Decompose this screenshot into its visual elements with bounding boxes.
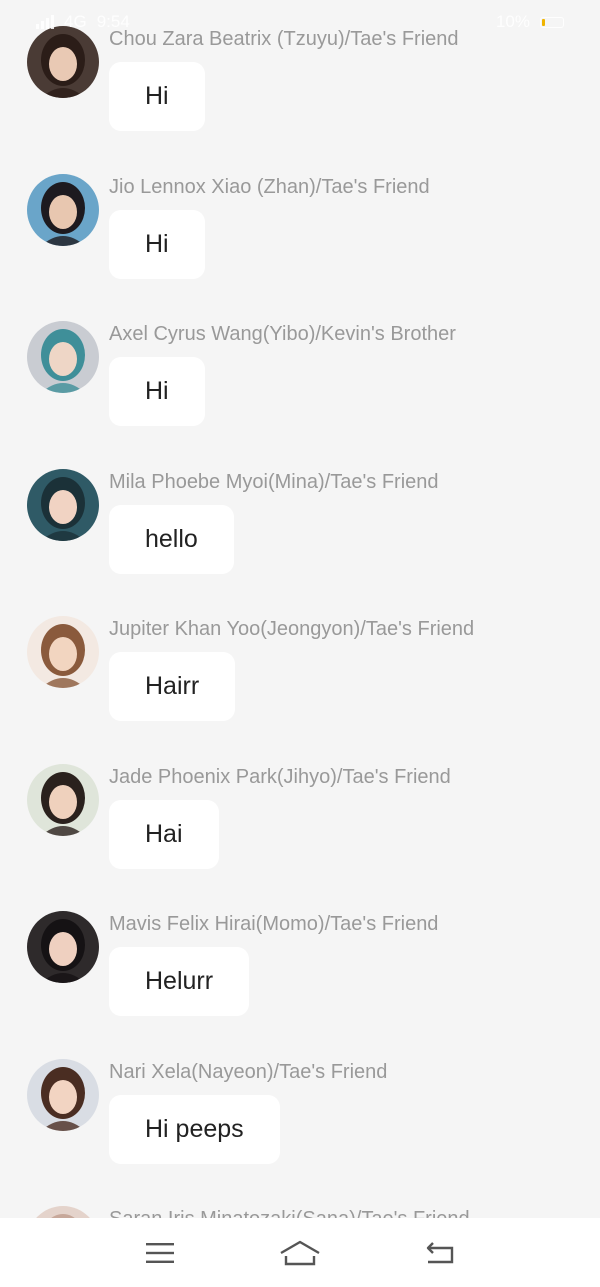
message-row[interactable]: Saran Iris Minatozaki(Sana)/Tae's Friend bbox=[0, 1180, 600, 1218]
message-row[interactable]: Nari Xela(Nayeon)/Tae's Friend Hi peeps bbox=[0, 1033, 600, 1181]
avatar[interactable] bbox=[27, 616, 99, 688]
message-row[interactable]: Axel Cyrus Wang(Yibo)/Kevin's Brother Hi bbox=[0, 295, 600, 443]
status-left: 4G 9:54 bbox=[36, 12, 130, 32]
message-bubble[interactable]: Hi bbox=[109, 357, 205, 426]
sender-name: Mila Phoebe Myoi(Mina)/Tae's Friend bbox=[109, 470, 439, 493]
message-bubble[interactable]: hello bbox=[109, 504, 234, 574]
network-label: 4G bbox=[64, 12, 87, 31]
message-row[interactable]: Mila Phoebe Myoi(Mina)/Tae's Friend hello bbox=[0, 443, 600, 591]
battery-icon bbox=[540, 16, 564, 28]
avatar[interactable] bbox=[27, 173, 99, 246]
navigation-bar bbox=[0, 1218, 600, 1287]
message-bubble[interactable]: Helurr bbox=[109, 947, 250, 1016]
back-icon bbox=[426, 1241, 454, 1263]
status-right: 10% bbox=[496, 12, 564, 32]
sender-name: Axel Cyrus Wang(Yibo)/Kevin's Brother bbox=[109, 323, 456, 345]
avatar[interactable] bbox=[27, 1058, 99, 1131]
chat-list[interactable]: Chou Zara Beatrix (Tzuyu)/Tae's Friend Hi… bbox=[0, 0, 600, 1218]
menu-icon bbox=[146, 1242, 174, 1263]
message-bubble[interactable]: Hi bbox=[109, 62, 205, 131]
sender-name: Nari Xela(Nayeon)/Tae's Friend bbox=[109, 1060, 388, 1083]
home-button[interactable] bbox=[270, 1228, 330, 1278]
message-bubble[interactable]: Hi peeps bbox=[109, 1094, 280, 1164]
sender-name: Jupiter Khan Yoo(Jeongyon)/Tae's Friend bbox=[109, 618, 475, 640]
menu-button[interactable] bbox=[130, 1228, 190, 1278]
avatar[interactable] bbox=[27, 911, 99, 983]
back-button[interactable] bbox=[410, 1228, 470, 1278]
clock: 9:54 bbox=[96, 12, 130, 31]
avatar[interactable] bbox=[27, 763, 99, 836]
avatar[interactable] bbox=[27, 468, 99, 541]
sender-name: Saran Iris Minatozaki(Sana)/Tae's Friend bbox=[109, 1208, 470, 1218]
sender-name: Mavis Felix Hirai(Momo)/Tae's Friend bbox=[109, 913, 439, 935]
signal-icon bbox=[36, 15, 54, 29]
message-row[interactable]: Mavis Felix Hirai(Momo)/Tae's Friend Helu… bbox=[0, 885, 600, 1033]
avatar[interactable] bbox=[27, 321, 99, 393]
message-bubble[interactable]: Hairr bbox=[109, 652, 236, 721]
message-row[interactable]: Jupiter Khan Yoo(Jeongyon)/Tae's Friend H… bbox=[0, 590, 600, 738]
sender-name: Jade Phoenix Park(Jihyo)/Tae's Friend bbox=[109, 765, 451, 788]
message-bubble[interactable]: Hai bbox=[109, 799, 219, 869]
message-bubble[interactable]: Hi bbox=[109, 209, 205, 279]
status-bar: 4G 9:54 10% bbox=[0, 0, 600, 44]
avatar[interactable] bbox=[27, 1206, 99, 1218]
sender-name: Jio Lennox Xiao (Zhan)/Tae's Friend bbox=[109, 175, 430, 198]
message-row[interactable]: Jade Phoenix Park(Jihyo)/Tae's Friend Hai bbox=[0, 738, 600, 886]
message-row[interactable]: Jio Lennox Xiao (Zhan)/Tae's Friend Hi bbox=[0, 148, 600, 296]
home-icon bbox=[280, 1240, 320, 1265]
chat-screen: 4G 9:54 10% Chou Zara Beatrix (Tzuyu)/Ta… bbox=[0, 0, 600, 1287]
battery-percent: 10% bbox=[495, 12, 530, 31]
